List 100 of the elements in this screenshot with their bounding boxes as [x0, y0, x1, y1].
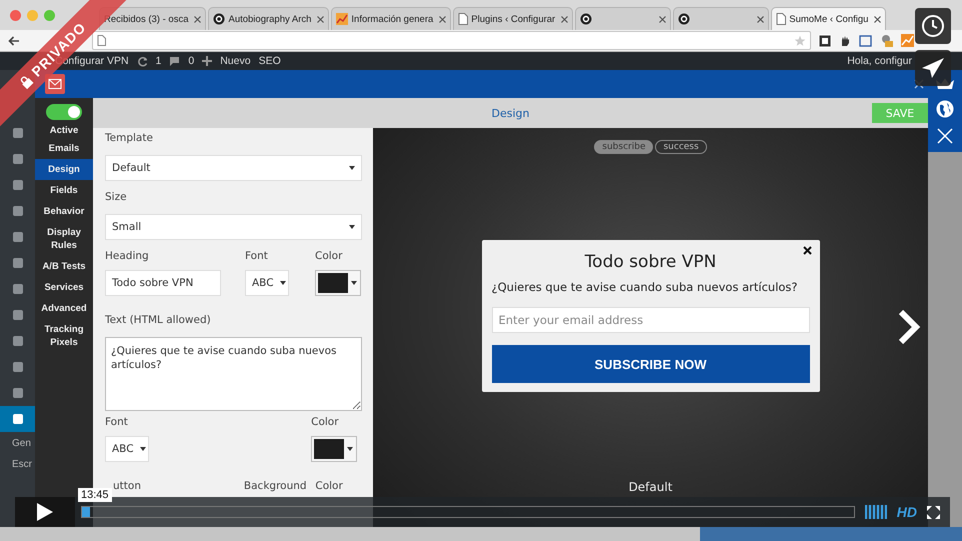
new-link[interactable]: Nuevo [220, 55, 251, 67]
popup-title: Todo sobre VPN [584, 252, 718, 272]
menu-icon[interactable] [12, 361, 24, 373]
submenu-link[interactable]: Gen [0, 432, 35, 453]
close-icon[interactable] [802, 246, 812, 255]
clock-icon [921, 14, 945, 38]
nav-item[interactable]: Advanced [35, 298, 93, 319]
refresh-icon[interactable] [136, 56, 148, 66]
field-label: Template [105, 131, 154, 146]
nav-item[interactable]: Emails [35, 138, 93, 159]
field-label: Color [315, 249, 344, 264]
caret-icon [351, 281, 357, 285]
template-name: Default [628, 480, 672, 494]
size-dropdown[interactable]: Small [105, 214, 362, 240]
chevron-right-icon[interactable] [897, 309, 921, 345]
clock-button[interactable] [915, 8, 951, 44]
browser-tab[interactable] [575, 7, 672, 30]
seo-link[interactable]: SEO [258, 55, 281, 67]
close-icon[interactable] [874, 16, 882, 22]
submenu-link[interactable]: Escr [0, 453, 35, 474]
nav-item[interactable]: Behavior [35, 201, 93, 222]
nav-item[interactable]: Tracking Pixels [35, 319, 93, 353]
time-tooltip: 13:45 [78, 488, 112, 502]
menu-icon[interactable] [12, 257, 24, 269]
toggle-switch[interactable] [46, 104, 82, 120]
caret-icon [349, 166, 355, 170]
nav-item[interactable]: Fields [35, 180, 93, 201]
popup-text: ¿Quieres que te avise cuando suba nuevos artículos? [492, 280, 799, 294]
frame-icon[interactable] [859, 34, 872, 46]
nav-item[interactable]: Display Rules [35, 222, 93, 256]
heading-input[interactable]: Todo sobre VPN [105, 270, 221, 296]
browser-tab[interactable] [673, 7, 770, 30]
update-count[interactable]: 1 [156, 55, 162, 67]
progress-bar[interactable] [81, 506, 855, 518]
template-dropdown[interactable]: Default [105, 155, 362, 181]
square-icon[interactable] [819, 34, 831, 46]
browser-tab[interactable]: Autobiography Arch [208, 7, 330, 30]
puzzle-icon[interactable] [880, 34, 893, 47]
color-picker[interactable] [315, 270, 361, 296]
state-tab[interactable]: subscribe [594, 140, 654, 154]
field-label: Color [311, 415, 340, 430]
menu-icon[interactable] [12, 387, 24, 399]
paper-plane-icon [921, 57, 945, 79]
font-dropdown[interactable]: ABC [245, 270, 289, 296]
field-label: Background [244, 479, 308, 494]
plus-icon[interactable] [202, 56, 212, 66]
star-icon[interactable] [794, 34, 806, 46]
caret-icon [349, 225, 355, 229]
caret-icon [347, 447, 354, 451]
hand-icon[interactable] [839, 34, 851, 46]
menu-icon[interactable] [12, 335, 24, 347]
field-label: Font [105, 415, 129, 430]
nav-item[interactable]: Services [35, 277, 93, 298]
play-button[interactable] [15, 497, 75, 527]
comment-count[interactable]: 0 [188, 55, 194, 67]
browser-tab[interactable]: SumoMe ‹ Configu [771, 7, 886, 30]
font-dropdown[interactable]: ABC [105, 436, 149, 462]
circle-logo-icon [678, 13, 690, 25]
field-label: utton [112, 479, 142, 494]
menu-icon[interactable] [12, 231, 24, 243]
state-tab[interactable]: success [655, 140, 707, 154]
menu-icon[interactable] [12, 283, 24, 295]
address-field[interactable] [92, 31, 811, 50]
circle-logo-icon [213, 13, 226, 25]
nav-item[interactable]: A/B Tests [35, 256, 93, 277]
menu-icon[interactable] [12, 309, 24, 321]
speech-bubble-icon[interactable] [169, 56, 180, 66]
field-label: Size [105, 190, 128, 205]
toggle-label: Active [50, 125, 78, 136]
fullscreen-icon[interactable] [927, 506, 940, 518]
page-icon [97, 35, 106, 46]
subscribe-button[interactable]: SUBSCRIBE NOW [492, 345, 810, 383]
text-area[interactable]: ¿Quieres que te avise cuando suba nuevos artículos? [105, 337, 362, 411]
paper-plane-button[interactable] [915, 50, 951, 86]
page-icon [776, 13, 786, 25]
browser-tab[interactable]: Información genera [331, 7, 452, 30]
nav-item[interactable]: Design [35, 159, 93, 180]
caret-icon [140, 447, 146, 451]
menu-icon[interactable] [12, 127, 24, 139]
chart-icon [336, 13, 348, 25]
menu-icon[interactable] [12, 179, 24, 191]
color-picker[interactable] [311, 436, 358, 462]
caret-icon [280, 281, 286, 285]
menu-icon[interactable] [12, 205, 24, 217]
email-field[interactable]: Enter your email address [492, 307, 810, 333]
field-label: Text (HTML allowed) [105, 313, 212, 328]
menu-icon[interactable] [12, 153, 24, 165]
menu-icon[interactable] [12, 413, 24, 425]
play-icon [37, 503, 53, 521]
circle-logo-icon [580, 13, 592, 25]
field-label: Color [315, 479, 344, 494]
greeting-link[interactable]: Hola, configur [847, 55, 912, 67]
volume-bars-icon[interactable] [864, 505, 887, 519]
field-label: Heading [105, 249, 150, 264]
back-arrow-icon[interactable] [8, 36, 20, 46]
page-icon [458, 13, 468, 25]
hd-toggle[interactable]: HD [896, 504, 917, 520]
browser-tab[interactable]: Plugins ‹ Configurar [453, 7, 574, 30]
globe-icon[interactable] [936, 100, 954, 118]
field-label: Font [245, 249, 269, 264]
